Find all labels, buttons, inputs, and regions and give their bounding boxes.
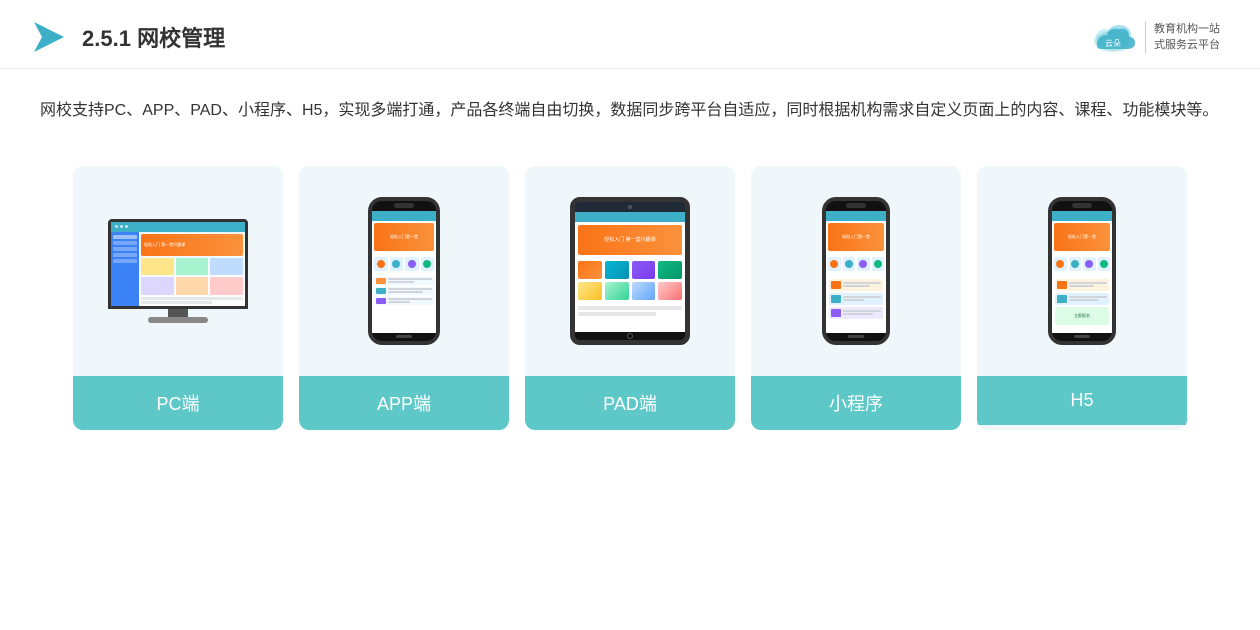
- cards-section: 轻松入门 第一堂兴趣课: [0, 136, 1260, 430]
- brand-logo: 云朵 教育机构一站 式服务云平台: [1089, 19, 1220, 55]
- section-number: 2.5.1: [82, 26, 131, 51]
- card-h5: 轻松入门第一堂: [977, 166, 1187, 430]
- page: 2.5.1 网校管理 云朵 教育机构一站 式服务云平台 网校支持PC、APP、P…: [0, 0, 1260, 630]
- mock-pad: 轻松入门 第一堂兴趣课: [570, 197, 690, 345]
- card-h5-label: H5: [977, 376, 1187, 425]
- card-app: 轻松入门第一堂: [299, 166, 509, 430]
- header: 2.5.1 网校管理 云朵 教育机构一站 式服务云平台: [0, 0, 1260, 69]
- mini-body: 轻松入门第一堂: [822, 197, 890, 345]
- pc-base: [148, 317, 208, 323]
- mock-app-phone: 轻松入门第一堂: [368, 197, 440, 345]
- mock-mini-phone: 轻松入门第一堂: [822, 197, 890, 345]
- card-app-image: 轻松入门第一堂: [299, 166, 509, 376]
- card-pc-label: PC端: [73, 376, 283, 430]
- card-pad: 轻松入门 第一堂兴趣课: [525, 166, 735, 430]
- phone-body: 轻松入门第一堂: [368, 197, 440, 345]
- card-pc: 轻松入门 第一堂兴趣课: [73, 166, 283, 430]
- brand-tagline: 教育机构一站 式服务云平台: [1145, 21, 1220, 54]
- card-mini-label: 小程序: [751, 376, 961, 430]
- card-mini: 轻松入门第一堂: [751, 166, 961, 430]
- mock-h5-phone: 轻松入门第一堂: [1048, 197, 1116, 345]
- header-left: 2.5.1 网校管理: [30, 18, 225, 56]
- card-pc-image: 轻松入门 第一堂兴趣课: [73, 166, 283, 376]
- mock-pc: 轻松入门 第一堂兴趣课: [108, 219, 248, 323]
- pc-neck: [168, 309, 188, 317]
- card-mini-image: 轻松入门第一堂: [751, 166, 961, 376]
- h5-body: 轻松入门第一堂: [1048, 197, 1116, 345]
- svg-text:云朵: 云朵: [1105, 39, 1121, 48]
- page-title: 2.5.1 网校管理: [82, 21, 225, 53]
- card-pad-label: PAD端: [525, 376, 735, 430]
- brand-cloud-icon: 云朵: [1089, 19, 1137, 55]
- logo-icon: [30, 18, 68, 56]
- description-text: 网校支持PC、APP、PAD、小程序、H5，实现多端打通，产品各终端自由切换，数…: [0, 69, 1260, 136]
- card-pad-image: 轻松入门 第一堂兴趣课: [525, 166, 735, 376]
- pad-body: 轻松入门 第一堂兴趣课: [570, 197, 690, 345]
- title-bold: 网校管理: [137, 26, 225, 51]
- card-app-label: APP端: [299, 376, 509, 430]
- pc-screen: 轻松入门 第一堂兴趣课: [108, 219, 248, 309]
- card-h5-image: 轻松入门第一堂: [977, 166, 1187, 376]
